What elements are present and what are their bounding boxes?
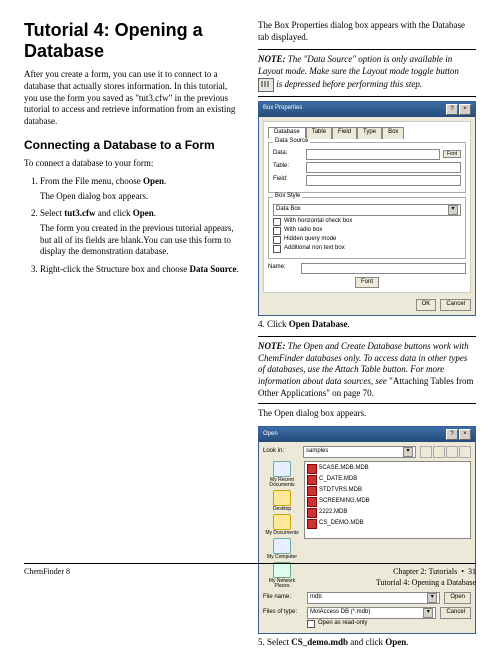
data-field[interactable] <box>306 149 440 160</box>
lead-text: To connect a database to your form: <box>24 158 242 170</box>
open-button[interactable]: Open <box>444 592 471 604</box>
file-item[interactable]: STDTVRS.MDB <box>307 486 468 496</box>
step-2-sub: The form you created in the previous tut… <box>40 223 242 258</box>
tab-box[interactable]: Box <box>382 127 404 139</box>
dialog-title-text: Open <box>263 431 278 439</box>
opt-radio[interactable]: With radio box <box>273 227 461 235</box>
file-item[interactable]: 5CASE.MDB.MDB <box>307 464 468 474</box>
section-heading: Connecting a Database to a Form <box>24 138 242 152</box>
step-5-caption: 5. Select CS_demo.mdb and click Open. <box>258 637 476 649</box>
page-footer: ChemFinder 8 Chapter 2: Tutorials • 31 T… <box>24 563 476 588</box>
dialog-titlebar: Box Properties ? × <box>259 102 475 117</box>
mdb-icon <box>307 508 317 518</box>
mdb-icon <box>307 475 317 485</box>
filename-label: File name: <box>263 594 303 602</box>
dialog-tabs: Database Table Field Type Box <box>268 126 466 138</box>
name-field[interactable] <box>301 263 466 274</box>
intro-text: After you create a form, you can use it … <box>24 69 242 127</box>
filename-field[interactable]: mdb▾ <box>307 592 440 604</box>
open-toolbar <box>420 446 471 458</box>
data-source-group: Data Source Data:Font Table: Field: <box>268 142 466 193</box>
footer-product: ChemFinder 8 <box>24 567 70 588</box>
step-3: Right-click the Structure box and choose… <box>40 264 242 276</box>
layout-toggle-icon <box>258 78 274 92</box>
box-style-combo[interactable]: Data Box▾ <box>273 204 461 216</box>
footer-tutorial: Tutorial 4: Opening a Database <box>376 578 476 588</box>
lookin-combo[interactable]: samples▾ <box>303 446 416 458</box>
file-item[interactable]: SCREENING.MDB <box>307 497 468 507</box>
rule <box>258 403 476 404</box>
ok-button[interactable]: OK <box>416 299 437 311</box>
readonly-checkbox[interactable]: Open as read-only <box>307 620 471 628</box>
tab-field[interactable]: Field <box>332 127 357 139</box>
rule <box>258 49 476 50</box>
back-icon[interactable] <box>420 446 432 458</box>
step-1: From the File menu, choose Open. The Ope… <box>40 176 242 202</box>
opt-horizontal[interactable]: With horizontal check box <box>273 218 461 226</box>
chevron-down-icon: ▾ <box>448 205 458 215</box>
opt-additional[interactable]: Additional non text box <box>273 245 461 253</box>
up-icon[interactable] <box>433 446 445 458</box>
chevron-down-icon: ▾ <box>423 608 433 618</box>
place-recent[interactable]: My Recent Documents <box>263 461 301 488</box>
file-item[interactable]: CS_DEMO.MDB <box>307 519 468 529</box>
step-1-sub: The Open dialog box appears. <box>40 191 242 203</box>
cancel-button[interactable]: Cancel <box>440 607 471 619</box>
chevron-down-icon: ▾ <box>427 593 437 603</box>
mdb-icon <box>307 497 317 507</box>
lookin-label: Look in: <box>263 448 299 456</box>
steps-list: From the File menu, choose Open. The Ope… <box>24 176 242 276</box>
help-icon[interactable]: ? <box>446 429 458 440</box>
box-style-group: Box Style Data Box▾ With horizontal chec… <box>268 197 466 259</box>
place-desktop[interactable]: Desktop <box>263 490 301 512</box>
tab-type[interactable]: Type <box>357 127 382 139</box>
new-folder-icon[interactable] <box>446 446 458 458</box>
place-mycomputer[interactable]: My Computer <box>263 538 301 560</box>
boxprops-lead: The Box Properties dialog box appears wi… <box>258 20 476 43</box>
note-layout-mode: NOTE: The "Data Source" option is only a… <box>258 54 476 91</box>
note-chemfinder-only: NOTE: The Open and Create Database butto… <box>258 341 476 399</box>
mdb-icon <box>307 486 317 496</box>
page-title: Tutorial 4: Opening a Database <box>24 20 242 61</box>
mdb-icon <box>307 519 317 529</box>
font-button-main[interactable]: Font <box>355 277 379 289</box>
file-item[interactable]: C_DATE.MDB <box>307 475 468 485</box>
place-mydocs[interactable]: My Documents <box>263 514 301 536</box>
dialog-titlebar: Open ? × <box>259 427 475 442</box>
field-field[interactable] <box>306 175 461 186</box>
close-icon[interactable]: × <box>459 104 471 115</box>
views-icon[interactable] <box>459 446 471 458</box>
box-properties-dialog: Box Properties ? × Database Table Field … <box>258 101 476 316</box>
file-item[interactable]: 2222.MDB <box>307 508 468 518</box>
open-dialog: Open ? × Look in: samples▾ <box>258 426 476 634</box>
rule <box>258 96 476 97</box>
step-2: Select tut3.cfw and click Open. The form… <box>40 208 242 258</box>
filetype-label: Files of type: <box>263 609 303 617</box>
file-list[interactable]: 5CASE.MDB.MDB C_DATE.MDB STDTVRS.MDB SCR… <box>304 461 471 539</box>
font-button[interactable]: Font <box>443 150 461 159</box>
opt-hidden[interactable]: Hidden query mode <box>273 236 461 244</box>
cancel-button[interactable]: Cancel <box>440 299 471 311</box>
step-4-caption: 4. Click Open Database. <box>258 319 476 331</box>
mdb-icon <box>307 464 317 474</box>
open-lead: The Open dialog box appears. <box>258 408 476 420</box>
table-field[interactable] <box>306 162 461 173</box>
chevron-down-icon: ▾ <box>403 447 413 457</box>
filetype-combo[interactable]: MolAccess DB (*.mdb)▾ <box>307 607 436 619</box>
close-icon[interactable]: × <box>459 429 471 440</box>
help-icon[interactable]: ? <box>446 104 458 115</box>
rule <box>258 336 476 337</box>
dialog-title-text: Box Properties <box>263 105 302 113</box>
